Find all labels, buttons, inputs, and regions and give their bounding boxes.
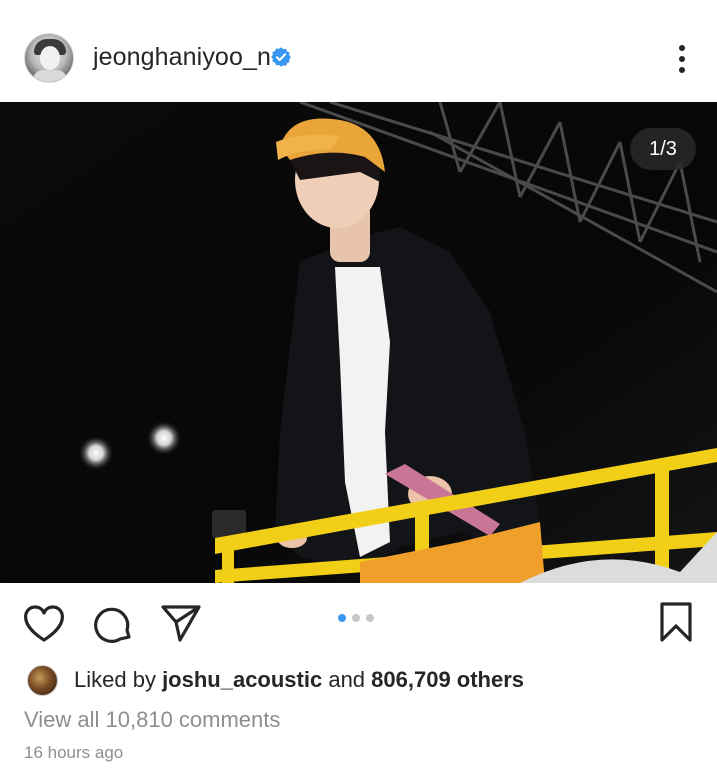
comment-icon[interactable] — [91, 603, 133, 645]
view-all-comments-link[interactable]: View all 10,810 comments — [24, 707, 280, 733]
verified-badge-icon — [271, 47, 291, 67]
likes-middle: and — [322, 667, 372, 692]
concert-photo — [0, 102, 717, 583]
post-image[interactable] — [0, 102, 717, 583]
stage-light — [78, 435, 114, 471]
likes-summary[interactable]: Liked by joshu_acoustic and 806,709 othe… — [27, 664, 524, 696]
liker-avatar — [27, 664, 58, 696]
heart-icon[interactable] — [23, 605, 65, 643]
liker-username[interactable]: joshu_acoustic — [162, 667, 322, 692]
more-vertical-icon — [679, 45, 685, 51]
likes-prefix: Liked by — [74, 667, 163, 692]
likes-text: Liked by joshu_acoustic and 806,709 othe… — [74, 667, 524, 693]
avatar-face — [40, 46, 60, 70]
carousel-indicator — [338, 614, 374, 622]
post-header: jeonghaniyoo_n — [0, 0, 717, 102]
carousel-dot-3 — [366, 614, 374, 622]
more-options-button[interactable] — [668, 42, 696, 76]
profile-avatar[interactable] — [24, 33, 74, 83]
carousel-dot-1 — [338, 614, 346, 622]
post-timestamp: 16 hours ago — [24, 743, 124, 762]
stage-light — [146, 420, 182, 456]
image-counter-badge: 1/3 — [630, 128, 696, 170]
avatar-body — [33, 70, 67, 82]
carousel-dot-2 — [352, 614, 360, 622]
send-icon[interactable] — [160, 603, 202, 643]
likes-others-link[interactable]: 806,709 others — [371, 667, 524, 692]
bookmark-icon[interactable] — [658, 601, 694, 643]
username-link[interactable]: jeonghaniyoo_n — [93, 43, 271, 72]
